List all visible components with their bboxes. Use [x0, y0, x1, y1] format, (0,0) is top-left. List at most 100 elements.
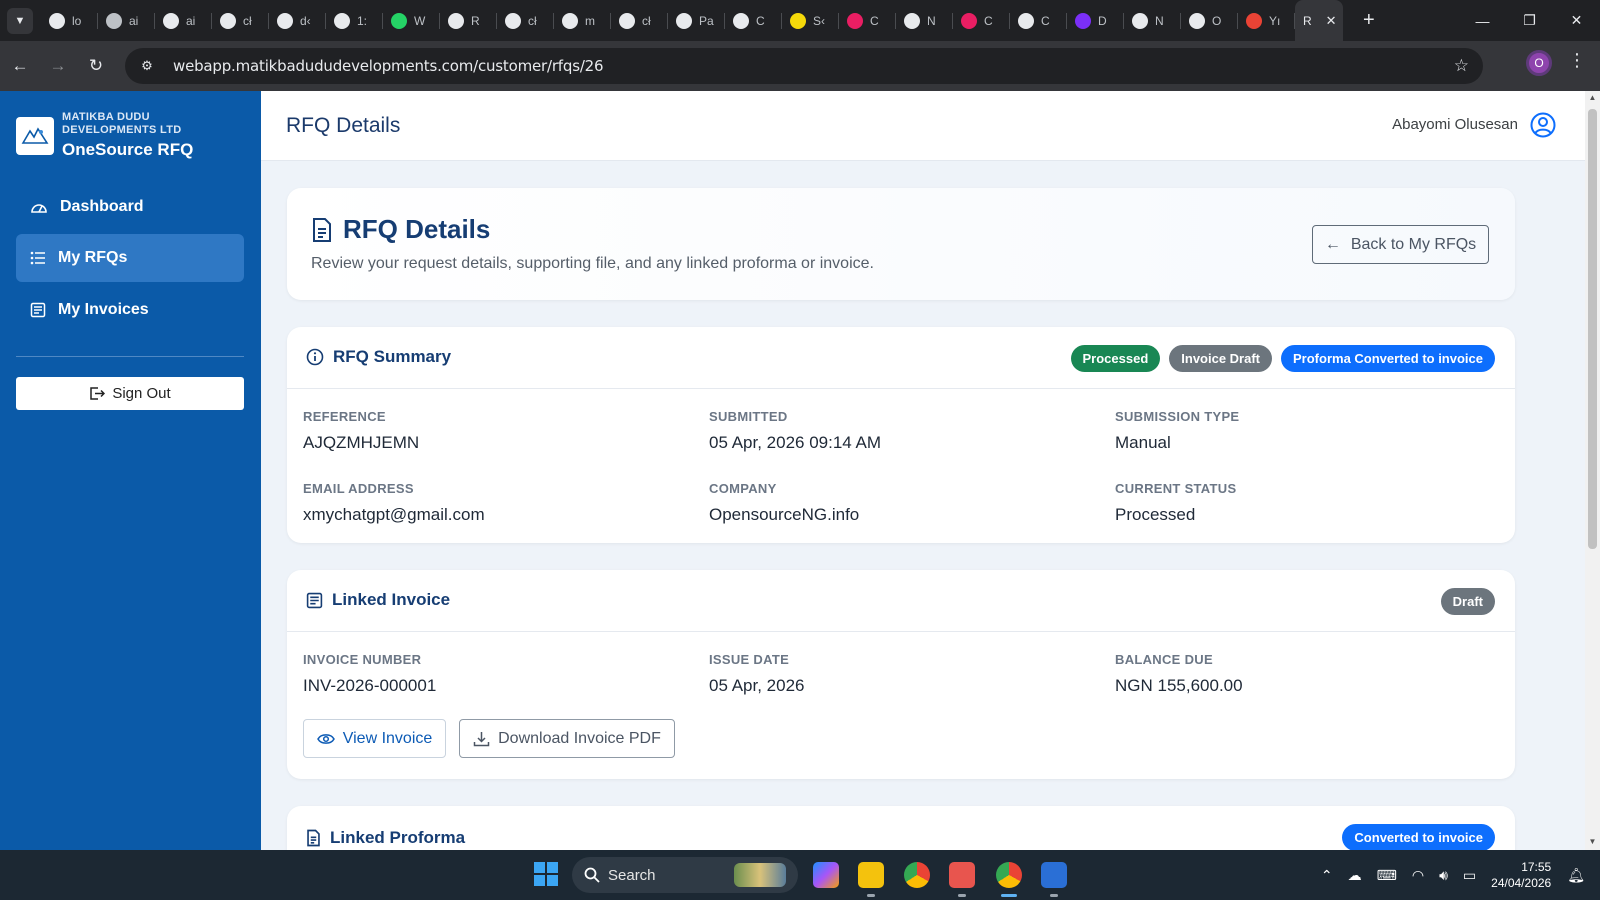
app-name: OneSource RFQ: [62, 140, 194, 159]
browser-tab[interactable]: Pa: [668, 0, 725, 41]
browser-tab[interactable]: C: [953, 0, 1010, 41]
profile-avatar[interactable]: O: [1526, 50, 1552, 76]
back-arrow-icon[interactable]: ←: [2, 48, 38, 84]
scroll-up-icon[interactable]: ▲: [1588, 93, 1597, 102]
browser-tab[interactable]: R: [440, 0, 497, 41]
windows-start-icon[interactable]: [534, 862, 558, 886]
wifi-icon[interactable]: ◠: [1412, 867, 1424, 884]
notification-bell-icon[interactable]: 🔔︎: [1567, 867, 1585, 884]
acrobat-icon[interactable]: [949, 862, 975, 888]
sidebar-item-my-invoices[interactable]: My Invoices: [16, 286, 244, 334]
keyboard-icon[interactable]: ⌨: [1377, 867, 1397, 884]
chrome-icon[interactable]: [904, 862, 930, 888]
field-company: COMPANY OpensourceNG.info: [709, 481, 859, 525]
user-circle-icon[interactable]: [1530, 112, 1556, 138]
browser-tab[interactable]: N: [896, 0, 953, 41]
browser-tab[interactable]: cł: [212, 0, 269, 41]
browser-tab[interactable]: C: [1010, 0, 1067, 41]
purple-app-icon: [1075, 12, 1091, 29]
browser-tab[interactable]: W: [383, 0, 440, 41]
close-window-icon[interactable]: ✕: [1553, 0, 1600, 41]
scroll-down-icon[interactable]: ▼: [1588, 837, 1597, 846]
dashboard-icon: [31, 204, 47, 213]
page-title: RFQ Details: [286, 114, 401, 137]
field-label: INVOICE NUMBER: [303, 652, 422, 667]
browser-tab[interactable]: S‹: [782, 0, 839, 41]
browser-tab-label: m: [585, 13, 595, 28]
bookmark-star-icon[interactable]: ☆: [1454, 56, 1469, 76]
browser-tab[interactable]: 1:: [326, 0, 383, 41]
browser-tab-label: cł: [243, 13, 252, 28]
volume-icon[interactable]: 🔊︎: [1439, 867, 1448, 884]
rfq-summary-card: RFQ Summary Processed Invoice Draft Prof…: [287, 327, 1515, 543]
sign-out-button[interactable]: Sign Out: [16, 377, 244, 410]
document-icon: [307, 829, 320, 847]
browser-tab[interactable]: cł: [497, 0, 554, 41]
reload-icon[interactable]: ↻: [78, 48, 114, 84]
cloud-icon[interactable]: ☁: [1348, 867, 1362, 884]
close-tab-icon[interactable]: ✕: [1326, 13, 1337, 29]
back-to-rfqs-button[interactable]: ← Back to My RFQs: [1312, 225, 1489, 264]
forward-arrow-icon[interactable]: →: [40, 48, 76, 84]
running-indicator: [958, 894, 966, 897]
new-tab-button[interactable]: +: [1363, 9, 1375, 32]
page-scrollbar[interactable]: ▲ ▼: [1585, 91, 1600, 850]
browser-tab[interactable]: Yı: [1238, 0, 1295, 41]
field-value: INV-2026-000001: [303, 676, 437, 695]
browser-tab[interactable]: cł: [611, 0, 668, 41]
battery-icon[interactable]: ▭: [1463, 867, 1476, 884]
field-email: EMAIL ADDRESS xmychatgpt@gmail.com: [303, 481, 485, 525]
view-invoice-label: View Invoice: [342, 729, 433, 747]
tab-search-button[interactable]: ▼: [7, 7, 33, 34]
browser-tab[interactable]: ai: [155, 0, 212, 41]
download-invoice-pdf-button[interactable]: Download Invoice PDF: [459, 719, 675, 758]
address-bar[interactable]: ⚙ webapp.matikbadududevelopments.com/cus…: [125, 48, 1483, 84]
browser-toolbar: ← → ↻ ⚙ webapp.matikbadududevelopments.c…: [0, 41, 1600, 91]
openai-icon: [220, 12, 236, 29]
browser-menu-icon[interactable]: ⋮: [1568, 50, 1586, 71]
restore-icon[interactable]: ❐: [1506, 0, 1553, 41]
copilot-icon[interactable]: [813, 862, 839, 888]
user-name[interactable]: Abayomi Olusesan: [1392, 116, 1518, 133]
sidebar-item-dashboard[interactable]: Dashboard: [16, 183, 244, 231]
brand[interactable]: MATIKBA DUDU DEVELOPMENTS LTD OneSource …: [16, 111, 202, 160]
browser-tab[interactable]: lo: [41, 0, 98, 41]
browser-tab[interactable]: d‹: [269, 0, 326, 41]
field-value: 05 Apr, 2026 09:14 AM: [709, 433, 882, 452]
taskbar-search[interactable]: Search: [572, 857, 798, 893]
minimize-icon[interactable]: —: [1459, 0, 1506, 41]
field-label: SUBMITTED: [709, 409, 788, 424]
openai-icon: [505, 12, 521, 29]
scroll-thumb[interactable]: [1588, 109, 1597, 549]
browser-tab-label: ai: [129, 13, 139, 28]
field-value: 05 Apr, 2026: [709, 676, 805, 695]
browser-tab[interactable]: D: [1067, 0, 1124, 41]
field-value: AJQZMHJEMN: [303, 433, 420, 452]
browser-tab[interactable]: C: [725, 0, 782, 41]
view-invoice-button[interactable]: View Invoice: [303, 719, 446, 758]
powershell-icon[interactable]: [1041, 862, 1067, 888]
browser-tab[interactable]: ai: [98, 0, 155, 41]
browser-tab-label: C: [756, 13, 765, 28]
arrow-left-icon: ←: [1324, 235, 1341, 253]
sign-out-label: Sign Out: [112, 385, 171, 402]
pink-app-icon: [847, 12, 863, 29]
sidebar-item-my-rfqs[interactable]: My RFQs: [16, 234, 244, 282]
chrome-profile-icon[interactable]: [996, 862, 1022, 888]
sign-out-icon: [90, 387, 106, 400]
browser-tab[interactable]: m: [554, 0, 611, 41]
file-explorer-icon[interactable]: [858, 862, 884, 888]
globe-icon: [163, 12, 179, 29]
clock[interactable]: 17:55 24/04/2026: [1491, 859, 1551, 891]
active-tab[interactable]: R ✕: [1295, 0, 1343, 41]
site-info-icon[interactable]: ⚙: [133, 58, 161, 74]
status-badge-draft: Draft: [1440, 588, 1495, 615]
running-indicator: [867, 894, 875, 897]
browser-tab[interactable]: N: [1124, 0, 1181, 41]
chevron-up-icon[interactable]: ⌃: [1321, 867, 1333, 884]
browser-tab[interactable]: C: [839, 0, 896, 41]
field-value: NGN 155,600.00: [1115, 676, 1243, 695]
back-button-label: Back to My RFQs: [1350, 235, 1477, 253]
url-text[interactable]: webapp.matikbadududevelopments.com/custo…: [173, 57, 604, 75]
browser-tab[interactable]: O: [1181, 0, 1238, 41]
